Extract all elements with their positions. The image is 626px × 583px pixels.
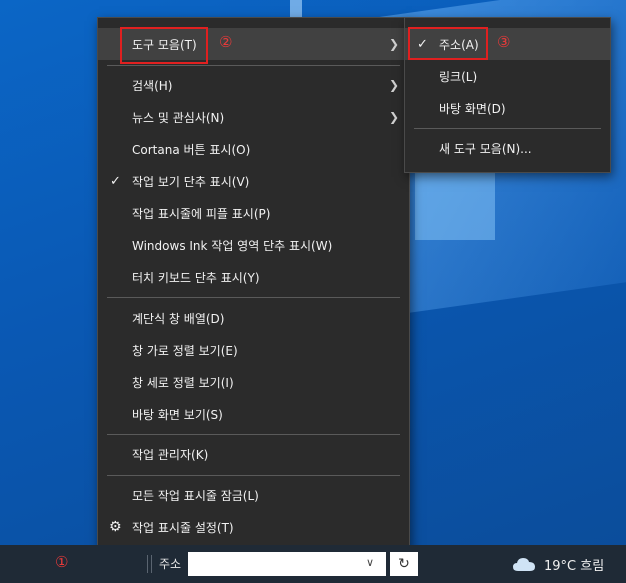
taskbar-context-menu: 도구 모음(T) ❯ 검색(H) ❯ 뉴스 및 관심사(N) ❯ Cortana…: [97, 17, 410, 551]
menu-separator: [107, 434, 400, 435]
menu-item-label: 작업 표시줄에 피플 표시(P): [132, 206, 271, 221]
menu-item-label: 작업 관리자(K): [132, 447, 209, 462]
chevron-right-icon: ❯: [388, 78, 399, 92]
menu-item-label: 계단식 창 배열(D): [132, 311, 225, 326]
submenu-item-label: 새 도구 모음(N)...: [439, 141, 532, 156]
toolbar-grip[interactable]: [147, 555, 148, 573]
menu-item-label: Cortana 버튼 표시(O): [132, 142, 251, 157]
menu-item-label: 창 가로 정렬 보기(E): [132, 343, 238, 358]
menu-separator: [107, 65, 400, 66]
submenu-item-desktop[interactable]: 바탕 화면(D): [405, 92, 610, 124]
taskbar[interactable]: ① 주소 ∨ ↻ 19°C 흐림: [0, 545, 626, 583]
menu-separator: [414, 128, 601, 129]
annotation-badge-1: ①: [55, 553, 69, 571]
check-icon: ✓: [110, 173, 121, 189]
menu-item-label: 작업 표시줄 설정(T): [132, 520, 234, 535]
menu-separator: [107, 475, 400, 476]
menu-item-search[interactable]: 검색(H) ❯: [98, 69, 409, 101]
annotation-box-address: [408, 27, 488, 60]
menu-item-label: Windows Ink 작업 영역 단추 표시(W): [132, 238, 333, 253]
menu-item-label: 터치 키보드 단추 표시(Y): [132, 270, 260, 285]
menu-separator: [107, 297, 400, 298]
weather-widget[interactable]: 19°C 흐림: [544, 555, 604, 574]
menu-item-label: 검색(H): [132, 78, 173, 93]
menu-item-lock-taskbar[interactable]: 모든 작업 표시줄 잠금(L): [98, 479, 409, 511]
menu-item-task-manager[interactable]: 작업 관리자(K): [98, 438, 409, 470]
submenu-item-label: 링크(L): [439, 69, 478, 84]
menu-item-label: 바탕 화면 보기(S): [132, 407, 223, 422]
menu-item-cortana-button[interactable]: Cortana 버튼 표시(O): [98, 133, 409, 165]
toolbar-grip[interactable]: [151, 555, 152, 573]
annotation-box-toolbars: [120, 27, 208, 64]
submenu-item-links[interactable]: 링크(L): [405, 60, 610, 92]
chevron-right-icon: ❯: [388, 37, 399, 51]
address-toolbar-label: 주소: [159, 557, 182, 571]
submenu-item-new-toolbar[interactable]: 새 도구 모음(N)...: [405, 132, 610, 164]
menu-item-news-interests[interactable]: 뉴스 및 관심사(N) ❯: [98, 101, 409, 133]
menu-item-touch-keyboard-button[interactable]: 터치 키보드 단추 표시(Y): [98, 261, 409, 293]
wallpaper-light-edge: [290, 0, 302, 18]
menu-item-label: 모든 작업 표시줄 잠금(L): [132, 488, 259, 503]
refresh-icon: ↻: [398, 556, 410, 572]
gear-icon: ⚙: [109, 519, 122, 535]
annotation-badge-2: ②: [219, 33, 233, 51]
chevron-right-icon: ❯: [388, 110, 399, 124]
annotation-badge-3: ③: [497, 33, 511, 51]
menu-item-people-button[interactable]: 작업 표시줄에 피플 표시(P): [98, 197, 409, 229]
chevron-down-icon[interactable]: ∨: [366, 556, 374, 569]
refresh-button[interactable]: ↻: [390, 552, 418, 576]
submenu-item-label: 바탕 화면(D): [439, 101, 506, 116]
menu-item-label: 작업 보기 단추 표시(V): [132, 174, 250, 189]
menu-item-side-by-side-windows[interactable]: 창 세로 정렬 보기(I): [98, 366, 409, 398]
menu-item-label: 뉴스 및 관심사(N): [132, 110, 225, 125]
cloud-icon[interactable]: [512, 556, 536, 572]
menu-item-show-desktop[interactable]: 바탕 화면 보기(S): [98, 398, 409, 430]
address-input[interactable]: [188, 552, 386, 576]
menu-item-label: 창 세로 정렬 보기(I): [132, 375, 234, 390]
menu-item-windows-ink-button[interactable]: Windows Ink 작업 영역 단추 표시(W): [98, 229, 409, 261]
menu-item-cascade-windows[interactable]: 계단식 창 배열(D): [98, 302, 409, 334]
menu-item-taskbar-settings[interactable]: ⚙ 작업 표시줄 설정(T): [98, 511, 409, 543]
menu-item-stacked-windows[interactable]: 창 가로 정렬 보기(E): [98, 334, 409, 366]
menu-item-task-view-button[interactable]: ✓ 작업 보기 단추 표시(V): [98, 165, 409, 197]
